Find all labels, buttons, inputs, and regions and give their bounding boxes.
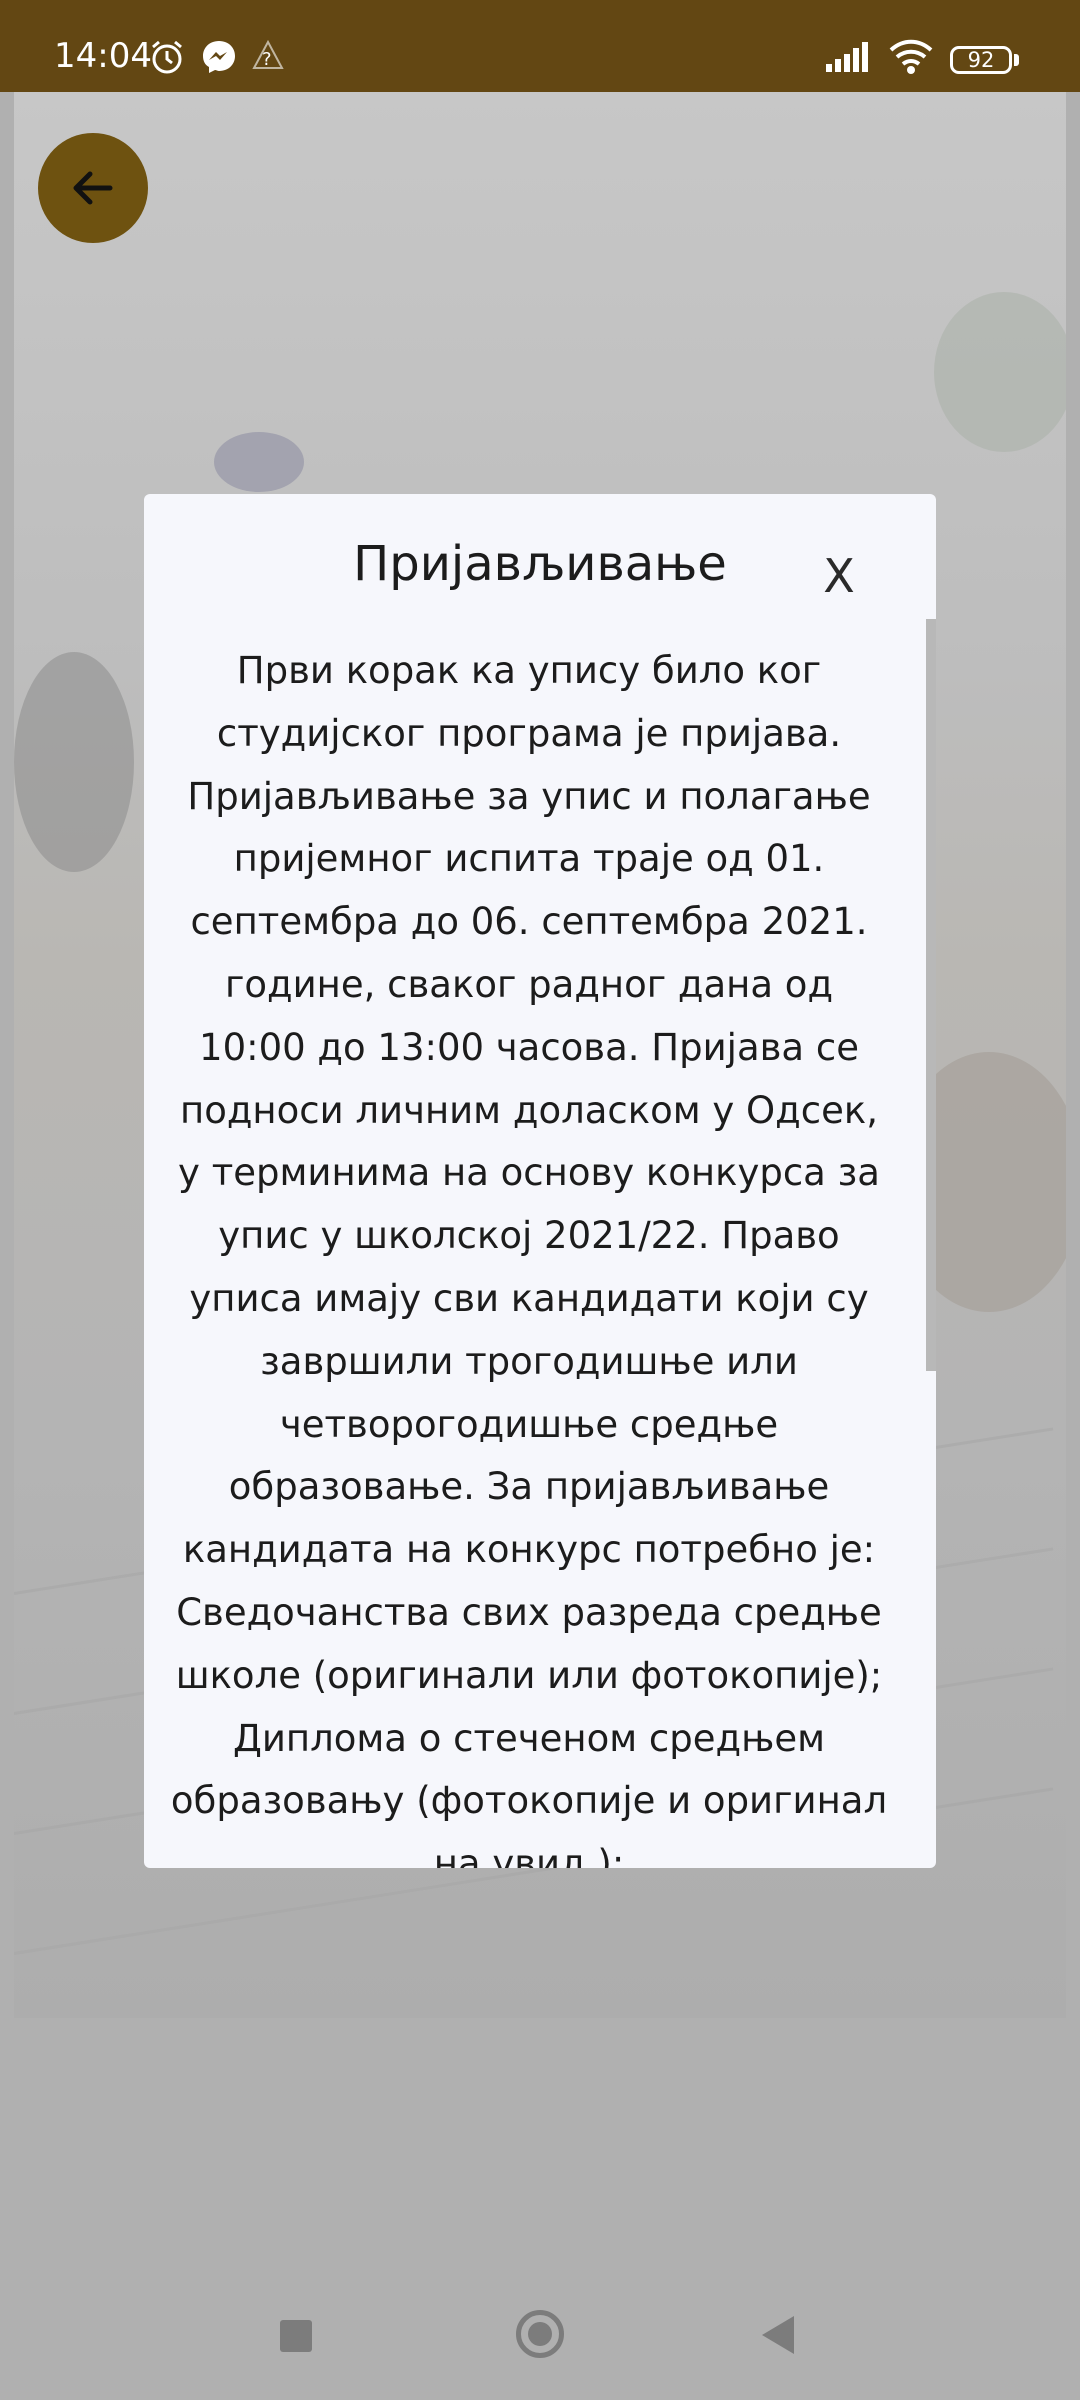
status-bar: 14:04 ? 92	[0, 0, 1080, 92]
unknown-network-icon: ?	[252, 38, 284, 80]
messenger-icon	[200, 38, 238, 80]
photo-detail	[934, 292, 1066, 452]
home-icon	[528, 2322, 552, 2346]
wifi-icon	[888, 38, 934, 80]
home-button[interactable]	[516, 2310, 564, 2358]
alarm-icon	[148, 38, 186, 80]
dialog-scrollbar[interactable]	[926, 619, 936, 1371]
signal-icon	[826, 38, 876, 78]
svg-text:?: ?	[262, 49, 272, 70]
photo-detail	[214, 432, 304, 492]
battery-tip	[1014, 54, 1019, 66]
registration-dialog: Пријављивање X Први корак ка упису било …	[144, 494, 936, 1868]
dialog-close-button[interactable]: X	[814, 548, 864, 604]
recents-button[interactable]	[280, 2320, 312, 2352]
system-nav-bar	[0, 2270, 1080, 2400]
status-time: 14:04	[54, 36, 152, 76]
dialog-body-text[interactable]: Први корак ка упису било ког студијског …	[166, 640, 892, 1868]
back-button[interactable]	[38, 133, 148, 243]
battery-icon: 92	[950, 46, 1012, 74]
app-screen: 14:04 ? 92 Пријављивање X Први корак ка …	[0, 0, 1080, 2400]
photo-detail	[14, 652, 134, 872]
system-back-button[interactable]	[762, 2316, 794, 2354]
